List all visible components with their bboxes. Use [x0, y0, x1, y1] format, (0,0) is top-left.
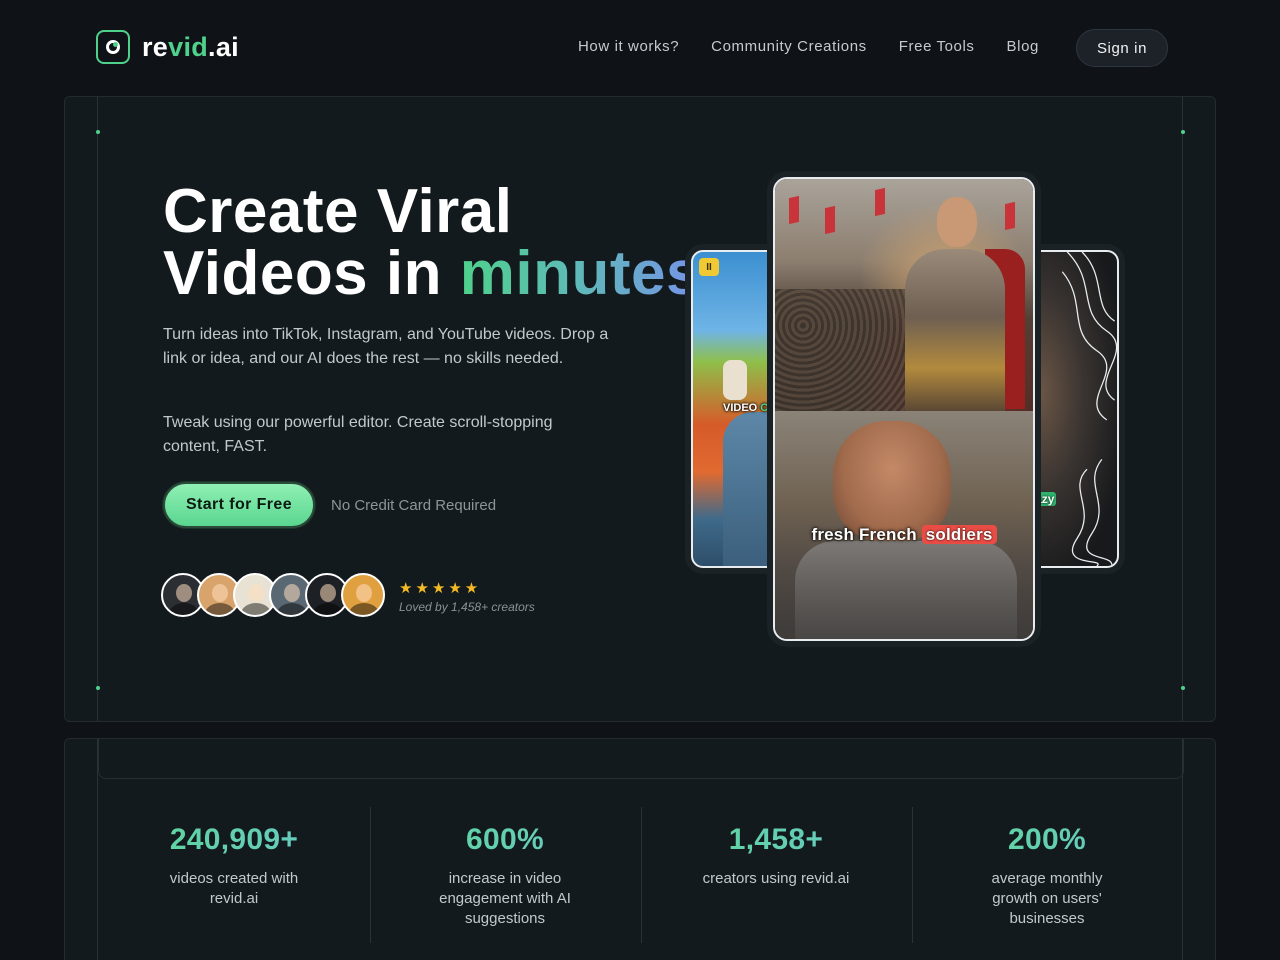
flag [875, 187, 885, 217]
video-frame-knight [775, 179, 1033, 419]
stat-divider [370, 807, 371, 943]
nav-links: How it works? Community Creations Free T… [578, 38, 1039, 55]
stat-creators: 1,458+ creators using revid.ai [676, 823, 876, 889]
no-credit-card-note: No Credit Card Required [331, 497, 497, 514]
frame-line [97, 97, 98, 721]
brand-logo[interactable]: revid.ai [96, 30, 239, 64]
stat-value: 240,909+ [134, 823, 334, 857]
corner-dot [1181, 130, 1185, 134]
stat-engagement-increase: 600% increase in video engagement with A… [405, 823, 605, 929]
soldier-armor [795, 541, 1017, 639]
sign-in-button[interactable]: Sign in [1076, 29, 1168, 67]
nav-link-community-creations[interactable]: Community Creations [711, 38, 867, 55]
crowd [775, 289, 915, 411]
game-character [723, 360, 747, 400]
hero-description: Turn ideas into TikTok, Instagram, and Y… [163, 326, 609, 367]
pause-icon[interactable]: II [699, 258, 719, 276]
stat-label: increase in video engagement with AI sug… [439, 870, 571, 927]
flag [825, 205, 835, 235]
corner-dot [1181, 686, 1185, 690]
nav-link-free-tools[interactable]: Free Tools [899, 38, 975, 55]
brand-name: revid.ai [142, 31, 239, 62]
stat-divider [912, 807, 913, 943]
stat-label: average monthly growth on users' busines… [991, 870, 1103, 927]
avatar [341, 573, 385, 617]
flag [1005, 201, 1015, 231]
video-caption: fresh French soldiers [775, 525, 1033, 545]
stats-section: 240,909+ videos created with revid.ai 60… [64, 738, 1216, 960]
nav-link-how-it-works[interactable]: How it works? [578, 38, 679, 55]
knight-body [905, 249, 1005, 419]
start-for-free-button[interactable]: Start for Free [163, 482, 315, 528]
hero-subdescription: Tweak using our powerful editor. Create … [163, 414, 553, 455]
hero-headline: Create Viral Videos in minutes! [163, 177, 723, 308]
top-nav: revid.ai How it works? Community Creatio… [0, 0, 1280, 96]
nav-link-blog[interactable]: Blog [1007, 38, 1039, 55]
stat-label: creators using revid.ai [702, 870, 850, 887]
hero-section: Create Viral Videos in minutes! Turn ide… [64, 96, 1216, 722]
stat-value: 200% [947, 823, 1147, 857]
headline-highlight: minutes! [459, 239, 723, 308]
contour-pattern [1061, 252, 1117, 566]
flag [789, 195, 799, 225]
loved-by-text: Loved by 1,458+ creators [399, 600, 535, 614]
stat-videos-created: 240,909+ videos created with revid.ai [134, 823, 334, 909]
logo-icon [96, 30, 130, 64]
soldier-face [833, 421, 951, 541]
stat-monthly-growth: 200% average monthly growth on users' bu… [947, 823, 1147, 929]
stat-divider [641, 807, 642, 943]
corner-dot [96, 130, 100, 134]
rating-stars-icon: ★★★★★ [399, 580, 482, 597]
stat-label: videos created with revid.ai [169, 870, 299, 907]
knight-head [937, 197, 977, 247]
creator-avatars [161, 573, 385, 617]
stats-top-border [98, 739, 1184, 779]
stat-value: 1,458+ [676, 823, 876, 857]
stat-value: 600% [405, 823, 605, 857]
video-preview-card-main[interactable]: fresh French soldiers [773, 177, 1035, 641]
video-caption: VIDEO CR [723, 402, 777, 414]
frame-line [1182, 97, 1183, 721]
corner-dot [96, 686, 100, 690]
